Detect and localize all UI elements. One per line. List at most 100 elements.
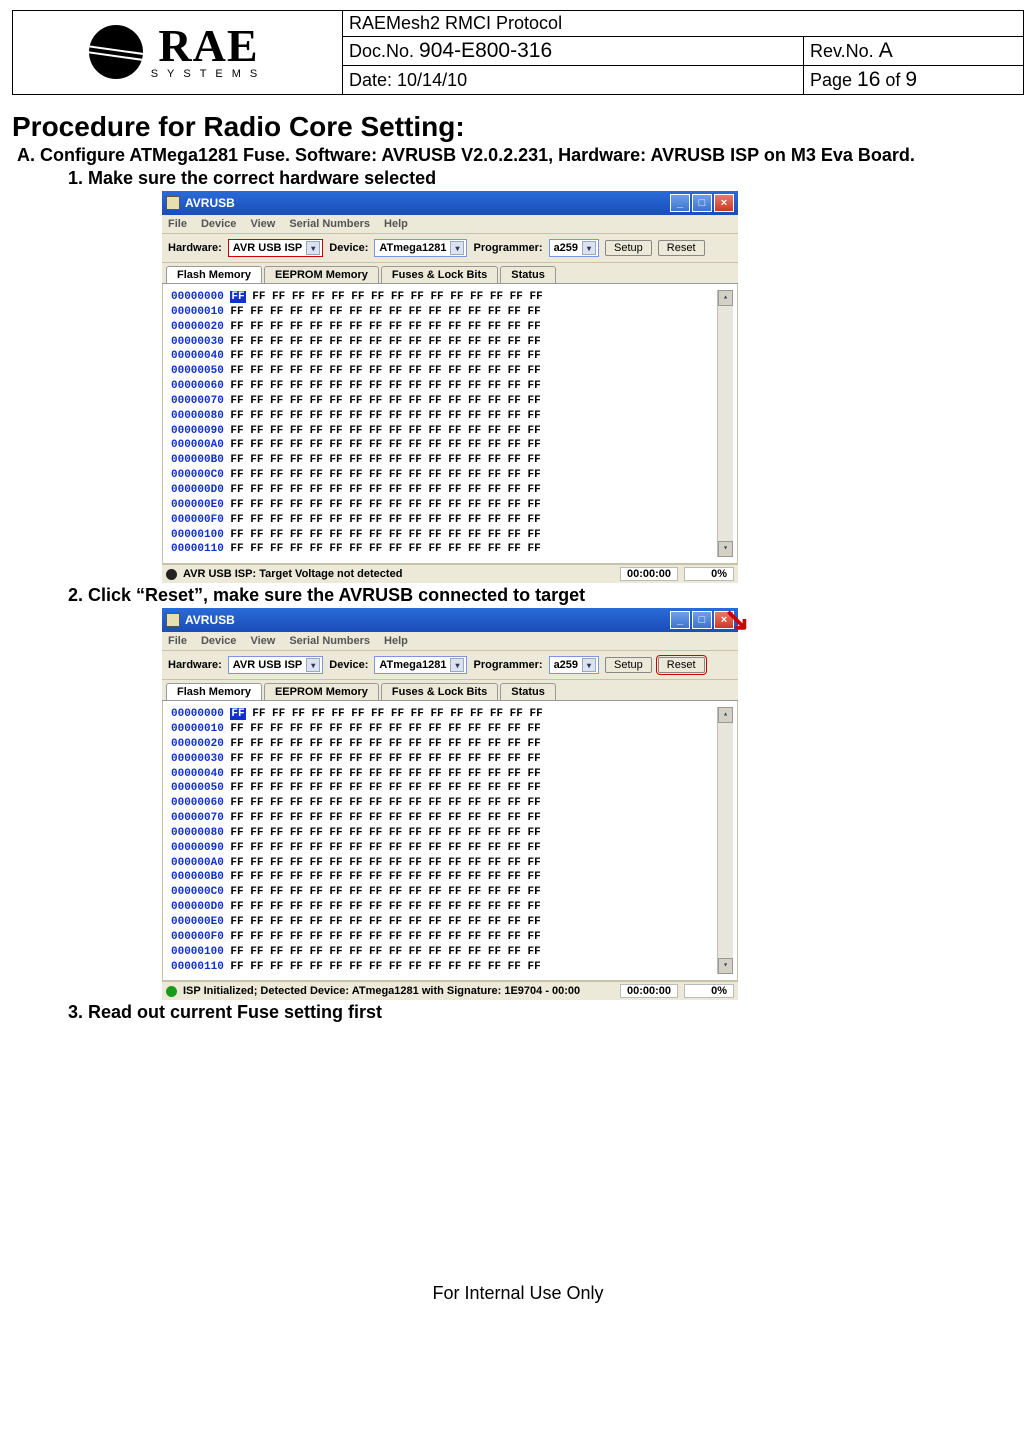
menu-view[interactable]: View xyxy=(250,218,275,230)
device-combo[interactable]: ATmega1281 ▾ xyxy=(374,239,467,257)
setup-button[interactable]: Setup xyxy=(605,657,652,673)
menu-view[interactable]: View xyxy=(250,635,275,647)
hex-row: 00000090 FF FF FF FF FF FF FF FF FF FF F… xyxy=(171,841,717,856)
step-2: Click “Reset”, make sure the AVRUSB conn… xyxy=(88,585,1024,1000)
hex-row: 00000070 FF FF FF FF FF FF FF FF FF FF F… xyxy=(171,394,717,409)
hex-row: 00000070 FF FF FF FF FF FF FF FF FF FF F… xyxy=(171,811,717,826)
menu-serial[interactable]: Serial Numbers xyxy=(289,218,370,230)
reset-button-highlighted[interactable]: Reset xyxy=(658,657,705,673)
tab-eeprom[interactable]: EEPROM Memory xyxy=(264,683,379,700)
titlebar-1: AVRUSB _ □ × xyxy=(162,191,738,215)
chevron-down-icon: ▾ xyxy=(582,658,596,672)
tab-fuses[interactable]: Fuses & Lock Bits xyxy=(381,266,498,283)
hex-row: 000000A0 FF FF FF FF FF FF FF FF FF FF F… xyxy=(171,438,717,453)
menu-serial[interactable]: Serial Numbers xyxy=(289,635,370,647)
rae-logo: RAE SYSTEMS xyxy=(17,25,338,80)
tab-eeprom[interactable]: EEPROM Memory xyxy=(264,266,379,283)
hex-row: 00000050 FF FF FF FF FF FF FF FF FF FF F… xyxy=(171,781,717,796)
hex-row: 000000F0 FF FF FF FF FF FF FF FF FF FF F… xyxy=(171,930,717,945)
minimize-button[interactable]: _ xyxy=(670,611,690,629)
toolbar-2: Hardware: AVR USB ISP ▾ Device: ATmega12… xyxy=(162,651,738,680)
hex-view-1: 00000000 FF FF FF FF FF FF FF FF FF FF F… xyxy=(162,284,738,564)
maximize-button[interactable]: □ xyxy=(692,194,712,212)
page-mid: of xyxy=(880,70,905,90)
programmer-label: Programmer: xyxy=(473,242,542,254)
scrollbar-1[interactable]: ▴ ▾ xyxy=(717,290,733,557)
section-heading: Procedure for Radio Core Setting: xyxy=(12,111,1024,143)
window-title: AVRUSB xyxy=(185,613,235,627)
scrollbar-2[interactable]: ▴ ▾ xyxy=(717,707,733,974)
chevron-down-icon: ▾ xyxy=(450,658,464,672)
doc-number-cell: Doc.No. 904-E800-316 xyxy=(343,37,804,66)
device-label: Device: xyxy=(329,659,368,671)
menu-file[interactable]: File xyxy=(168,218,187,230)
menu-help[interactable]: Help xyxy=(384,218,408,230)
hardware-combo[interactable]: AVR USB ISP ▾ xyxy=(228,656,323,674)
setup-button[interactable]: Setup xyxy=(605,240,652,256)
titlebar-2: AVRUSB _ □ × xyxy=(162,608,738,632)
scroll-up-icon[interactable]: ▴ xyxy=(718,707,733,723)
hex-row: 00000010 FF FF FF FF FF FF FF FF FF FF F… xyxy=(171,305,717,320)
hex-row: 00000040 FF FF FF FF FF FF FF FF FF FF F… xyxy=(171,349,717,364)
hex-row: 00000010 FF FF FF FF FF FF FF FF FF FF F… xyxy=(171,722,717,737)
programmer-value: a259 xyxy=(554,242,578,254)
chevron-down-icon: ▾ xyxy=(582,241,596,255)
page-current: 16 xyxy=(857,68,880,91)
menu-help[interactable]: Help xyxy=(384,635,408,647)
hex-row: 00000030 FF FF FF FF FF FF FF FF FF FF F… xyxy=(171,752,717,767)
step-2-text: Click “Reset”, make sure the AVRUSB conn… xyxy=(88,585,585,605)
doc-no-value: 904-E800-316 xyxy=(419,39,552,62)
statusbar-1: AVR USB ISP: Target Voltage not detected… xyxy=(162,564,738,583)
hex-row: 00000020 FF FF FF FF FF FF FF FF FF FF F… xyxy=(171,737,717,752)
device-value: ATmega1281 xyxy=(379,242,446,254)
programmer-label: Programmer: xyxy=(473,659,542,671)
tab-status[interactable]: Status xyxy=(500,266,556,283)
minimize-button[interactable]: _ xyxy=(670,194,690,212)
logo-sub-text: SYSTEMS xyxy=(151,68,267,80)
step-3: Read out current Fuse setting first xyxy=(88,1002,1024,1023)
programmer-combo[interactable]: a259 ▾ xyxy=(549,239,599,257)
hex-row: 00000110 FF FF FF FF FF FF FF FF FF FF F… xyxy=(171,542,717,557)
percent-box: 0% xyxy=(684,567,734,581)
device-combo[interactable]: ATmega1281 ▾ xyxy=(374,656,467,674)
programmer-combo[interactable]: a259 ▾ xyxy=(549,656,599,674)
window-title: AVRUSB xyxy=(185,196,235,210)
scroll-up-icon[interactable]: ▴ xyxy=(718,290,733,306)
hex-row: 000000C0 FF FF FF FF FF FF FF FF FF FF F… xyxy=(171,885,717,900)
menu-device[interactable]: Device xyxy=(201,218,236,230)
tabs-2: Flash Memory EEPROM Memory Fuses & Lock … xyxy=(162,680,738,701)
scroll-down-icon[interactable]: ▾ xyxy=(718,541,733,557)
hex-lines-1: 00000000 FF FF FF FF FF FF FF FF FF FF F… xyxy=(171,290,717,557)
hex-row: 00000110 FF FF FF FF FF FF FF FF FF FF F… xyxy=(171,960,717,975)
close-button[interactable]: × xyxy=(714,611,734,629)
hex-row: 00000000 FF FF FF FF FF FF FF FF FF FF F… xyxy=(171,290,717,305)
close-button[interactable]: × xyxy=(714,194,734,212)
hex-row: 00000100 FF FF FF FF FF FF FF FF FF FF F… xyxy=(171,945,717,960)
document-header: RAE SYSTEMS RAEMesh2 RMCI Protocol Doc.N… xyxy=(12,10,1024,95)
maximize-button[interactable]: □ xyxy=(692,611,712,629)
programmer-value: a259 xyxy=(554,659,578,671)
hardware-value: AVR USB ISP xyxy=(233,659,302,671)
tab-flash[interactable]: Flash Memory xyxy=(166,683,262,700)
step-1-text: Make sure the correct hardware selected xyxy=(88,168,436,188)
tab-status[interactable]: Status xyxy=(500,683,556,700)
app-icon xyxy=(166,196,180,210)
hex-row: 00000100 FF FF FF FF FF FF FF FF FF FF F… xyxy=(171,528,717,543)
hex-row: 00000090 FF FF FF FF FF FF FF FF FF FF F… xyxy=(171,424,717,439)
menu-device[interactable]: Device xyxy=(201,635,236,647)
rev-value: A xyxy=(879,39,893,62)
hex-row: 00000000 FF FF FF FF FF FF FF FF FF FF F… xyxy=(171,707,717,722)
hex-row: 000000C0 FF FF FF FF FF FF FF FF FF FF F… xyxy=(171,468,717,483)
reset-button[interactable]: Reset xyxy=(658,240,705,256)
app-icon xyxy=(166,613,180,627)
rev-label: Rev.No. xyxy=(810,41,879,61)
menu-file[interactable]: File xyxy=(168,635,187,647)
tab-fuses[interactable]: Fuses & Lock Bits xyxy=(381,683,498,700)
tab-flash[interactable]: Flash Memory xyxy=(166,266,262,283)
screenshot-2: ↘ AVRUSB _ □ × File xyxy=(162,608,738,1000)
scroll-down-icon[interactable]: ▾ xyxy=(718,958,733,974)
hex-row: 000000E0 FF FF FF FF FF FF FF FF FF FF F… xyxy=(171,498,717,513)
hex-view-2: 00000000 FF FF FF FF FF FF FF FF FF FF F… xyxy=(162,701,738,981)
hardware-combo[interactable]: AVR USB ISP ▾ xyxy=(228,239,323,257)
hex-row: 00000040 FF FF FF FF FF FF FF FF FF FF F… xyxy=(171,767,717,782)
